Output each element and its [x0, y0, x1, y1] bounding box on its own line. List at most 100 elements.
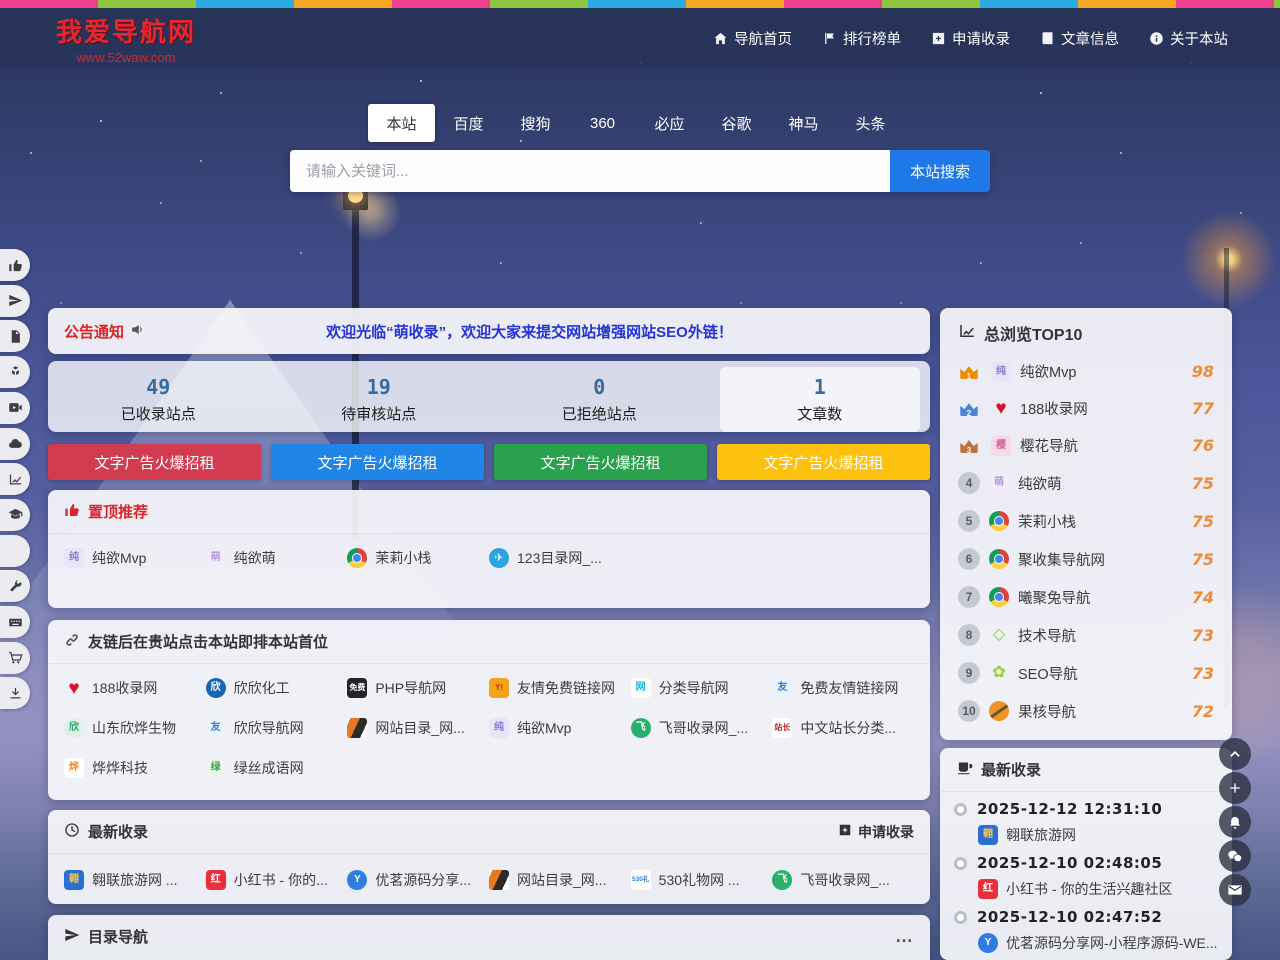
dock-button-video-icon[interactable] [0, 392, 30, 424]
site-link[interactable]: 站长中文站长分类... [772, 718, 914, 738]
search-tab-5[interactable]: 谷歌 [703, 104, 770, 142]
site-link[interactable]: ✈123目录网_... [489, 548, 631, 568]
float-button-wechat-icon[interactable] [1219, 840, 1251, 872]
flag-icon [822, 31, 837, 46]
top10-row[interactable]: 1纯纯欲Mvp98 [940, 353, 1232, 390]
chart-line-icon [8, 472, 23, 487]
top10-view-count: 98 [1192, 362, 1214, 381]
site-link[interactable]: 红小红书 - 你的生活兴趣社区 [978, 879, 1218, 899]
site-link[interactable]: 免费PHP导航网 [347, 678, 489, 698]
chrome-favicon [989, 587, 1009, 607]
site-link[interactable]: ♥188收录网 [64, 678, 206, 698]
site-name: 飞哥收录网_... [800, 870, 889, 890]
float-button-chevron-up-icon[interactable] [1219, 738, 1251, 770]
ad-banner-2[interactable]: 文字广告火爆招租 [494, 444, 707, 480]
rank-badge: 7 [958, 586, 980, 608]
nav-item-0[interactable]: 导航首页 [713, 28, 792, 49]
site-link[interactable]: 纯纯欲Mvp [64, 548, 206, 568]
site-link[interactable]: 茉莉小栈 [347, 548, 489, 568]
search-tab-6[interactable]: 神马 [770, 104, 837, 142]
timeline-timestamp: 2025-12-12 12:31:10 [977, 800, 1162, 818]
site-link[interactable]: 飞飞哥收录网_... [631, 718, 773, 738]
top10-row[interactable]: 5茉莉小栈75 [940, 502, 1232, 540]
site-link[interactable]: 网分类导航网 [631, 678, 773, 698]
site-link[interactable]: 红小红书 - 你的... [206, 870, 348, 890]
top10-row[interactable]: 2♥188收录网77 [940, 390, 1232, 427]
flower-favicon: ✿ [989, 663, 1009, 683]
site-link[interactable]: 绿绿丝成语网 [206, 758, 348, 778]
pinned-title: 置顶推荐 [88, 501, 148, 522]
top10-row[interactable]: 7曦聚兔导航74 [940, 578, 1232, 616]
latest-title: 最新收录 [88, 821, 148, 842]
site-link[interactable]: 纯纯欲Mvp [489, 718, 631, 738]
ad-banner-0[interactable]: 文字广告火爆招租 [48, 444, 261, 480]
search-input[interactable] [290, 150, 890, 192]
top10-row[interactable]: 8◇技术导航73 [940, 616, 1232, 654]
float-button-bell-icon[interactable] [1219, 806, 1251, 838]
search-tab-3[interactable]: 360 [569, 104, 636, 142]
top10-site-name: 技术导航 [1018, 625, 1183, 646]
site-link[interactable]: 翱翱联旅游网 ... [64, 870, 206, 890]
site-link[interactable]: Y优茗源码分享网-小程序源码-WE... [978, 933, 1218, 953]
float-button-mail-icon[interactable] [1219, 874, 1251, 906]
dock-button-cloud-icon[interactable] [0, 428, 30, 460]
site-link[interactable]: 翱翱联旅游网 [978, 825, 1218, 845]
site-link[interactable]: 欣欣欣化工 [206, 678, 348, 698]
stat-cell-0: 49已收录站点 [48, 367, 269, 432]
site-link[interactable]: 530礼530礼物网 ... [631, 870, 773, 890]
search-tab-2[interactable]: 搜狗 [502, 104, 569, 142]
nav-item-1[interactable]: 排行榜单 [822, 28, 901, 49]
plus-square-icon [931, 31, 946, 46]
apply-inclusion-link[interactable]: 申请收录 [838, 822, 914, 842]
search-tab-0[interactable]: 本站 [368, 104, 435, 142]
site-name: 小红书 - 你的... [234, 870, 328, 890]
ad-banner-3[interactable]: 文字广告火爆招租 [717, 444, 930, 480]
site-link[interactable]: Y!友情免费链接网 [489, 678, 631, 698]
site-name: PHP导航网 [375, 678, 446, 698]
circle-favicon: 欣 [64, 718, 84, 738]
site-link[interactable]: 友免费友情链接网 [772, 678, 914, 698]
top10-row[interactable]: 9✿SEO导航73 [940, 654, 1232, 692]
site-link[interactable]: 萌纯欲萌 [206, 548, 348, 568]
sidebar-latest-panel: 最新收录 2025-12-12 12:31:10翱翱联旅游网2025-12-10… [940, 748, 1232, 960]
rank-number: 1 [958, 372, 980, 381]
top10-row[interactable]: 10果核导航72 [940, 692, 1232, 730]
search-tab-7[interactable]: 头条 [837, 104, 904, 142]
nav-item-2[interactable]: 申请收录 [931, 28, 1010, 49]
nav-item-4[interactable]: 关于本站 [1149, 28, 1228, 49]
dock-button-paper-plane-icon[interactable] [0, 285, 30, 317]
site-link[interactable]: 网站目录_网... [489, 870, 631, 890]
ad-banner-1[interactable]: 文字广告火爆招租 [271, 444, 484, 480]
slash-favicon [347, 718, 367, 738]
dock-button-cart-icon[interactable] [0, 642, 30, 674]
top10-view-count: 74 [1192, 588, 1214, 607]
site-link[interactable]: 烨烨烨科技 [64, 758, 206, 778]
rank-badge: 9 [958, 662, 980, 684]
dock-button-graduation-cap-icon[interactable] [0, 499, 30, 531]
nav-item-3[interactable]: 文章信息 [1040, 28, 1119, 49]
more-icon[interactable]: … [895, 926, 914, 947]
search-tab-4[interactable]: 必应 [636, 104, 703, 142]
announcement-text[interactable]: 欢迎光临“萌收录”，欢迎大家来提交网站增强网站SEO外链！ [145, 321, 914, 342]
site-link[interactable]: 网站目录_网... [347, 718, 489, 738]
sq-favicon: 烨 [64, 758, 84, 778]
wechat-icon [1227, 848, 1243, 864]
sq-favicon: 翱 [978, 825, 998, 845]
float-button-plus-icon[interactable] [1219, 772, 1251, 804]
site-link[interactable]: 欣山东欣烨生物 [64, 718, 206, 738]
top10-row[interactable]: 6聚收集导航网75 [940, 540, 1232, 578]
paper-plane-icon [64, 927, 80, 943]
site-link[interactable]: 飞飞哥收录网_... [772, 870, 914, 890]
dock-button-blank-icon[interactable] [0, 535, 30, 567]
site-link[interactable]: 友欣欣导航网 [206, 718, 348, 738]
latest-header: 最新收录 申请收录 [48, 810, 930, 853]
search-button[interactable]: 本站搜索 [890, 150, 990, 192]
site-link[interactable]: Y优茗源码分享... [347, 870, 489, 890]
search-tab-1[interactable]: 百度 [435, 104, 502, 142]
telegram-favicon: ✈ [489, 548, 509, 568]
circle-favicon: 飞 [631, 718, 651, 738]
sq-favicon: Y! [489, 678, 509, 698]
top10-row[interactable]: 4萌纯欲萌75 [940, 464, 1232, 502]
top10-row[interactable]: 3樱樱花导航76 [940, 427, 1232, 464]
site-logo[interactable]: 我爱导航网 www.52waw.com [56, 12, 196, 65]
